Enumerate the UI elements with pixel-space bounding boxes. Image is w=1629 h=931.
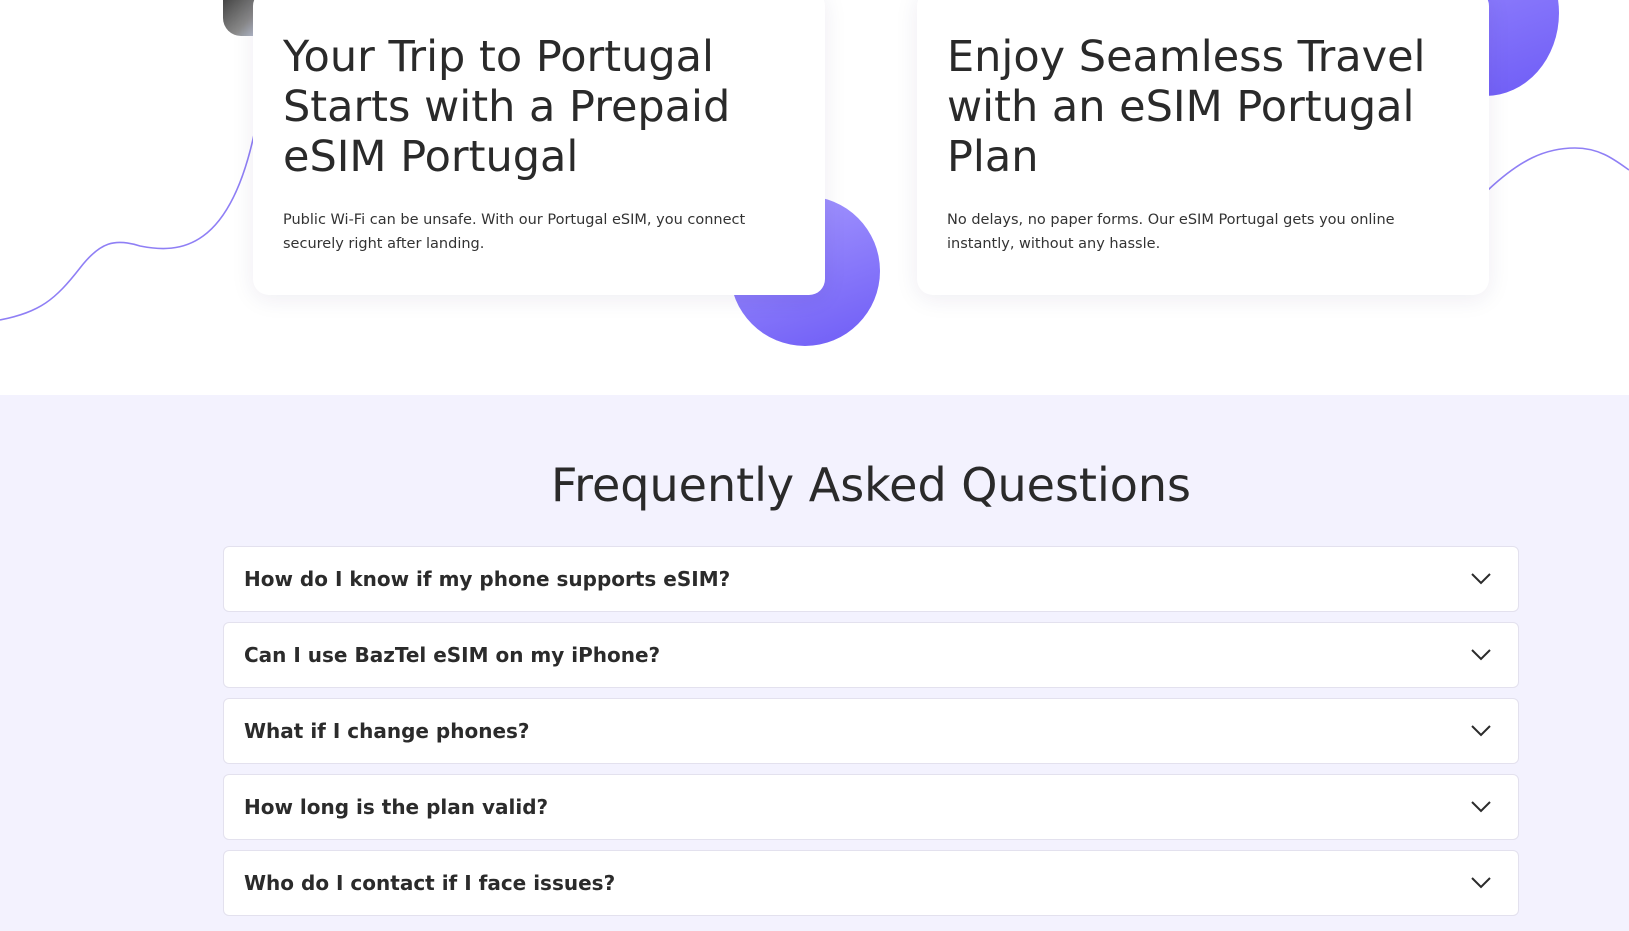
feature-card-body: No delays, no paper forms. Our eSIM Port… (947, 212, 1395, 252)
feature-card-body: Public Wi-Fi can be unsafe. With our Por… (283, 212, 746, 252)
chevron-down-icon[interactable] (1470, 876, 1492, 890)
faq-list: How do I know if my phone supports eSIM?… (223, 546, 1519, 926)
faq-title: Frequently Asked Questions (550, 458, 1192, 512)
faq-section: Frequently Asked Questions How do I know… (0, 395, 1629, 931)
chevron-down-icon[interactable] (1470, 724, 1492, 738)
faq-item[interactable]: Who do I contact if I face issues? (223, 850, 1519, 916)
faq-item[interactable]: What if I change phones? (223, 698, 1519, 764)
chevron-down-icon[interactable] (1470, 800, 1492, 814)
features-section: Your Trip to Portugal Starts with a Prep… (0, 0, 1629, 395)
faq-question: Can I use BazTel eSIM on my iPhone? (244, 643, 661, 667)
chevron-down-icon[interactable] (1470, 648, 1492, 662)
faq-question: How do I know if my phone supports eSIM? (244, 567, 731, 591)
feature-card-title: Your Trip to Portugal Starts with a Prep… (283, 32, 731, 182)
faq-question: Who do I contact if I face issues? (244, 871, 616, 895)
faq-question: How long is the plan valid? (244, 795, 549, 819)
feature-card-title: Enjoy Seamless Travel with an eSIM Portu… (947, 32, 1426, 182)
feature-card: Enjoy Seamless Travel with an eSIM Portu… (917, 0, 1489, 295)
faq-item[interactable]: How long is the plan valid? (223, 774, 1519, 840)
chevron-down-icon[interactable] (1470, 572, 1492, 586)
feature-card: Your Trip to Portugal Starts with a Prep… (253, 0, 825, 295)
faq-item[interactable]: Can I use BazTel eSIM on my iPhone? (223, 622, 1519, 688)
faq-question: What if I change phones? (244, 719, 530, 743)
faq-item[interactable]: How do I know if my phone supports eSIM? (223, 546, 1519, 612)
